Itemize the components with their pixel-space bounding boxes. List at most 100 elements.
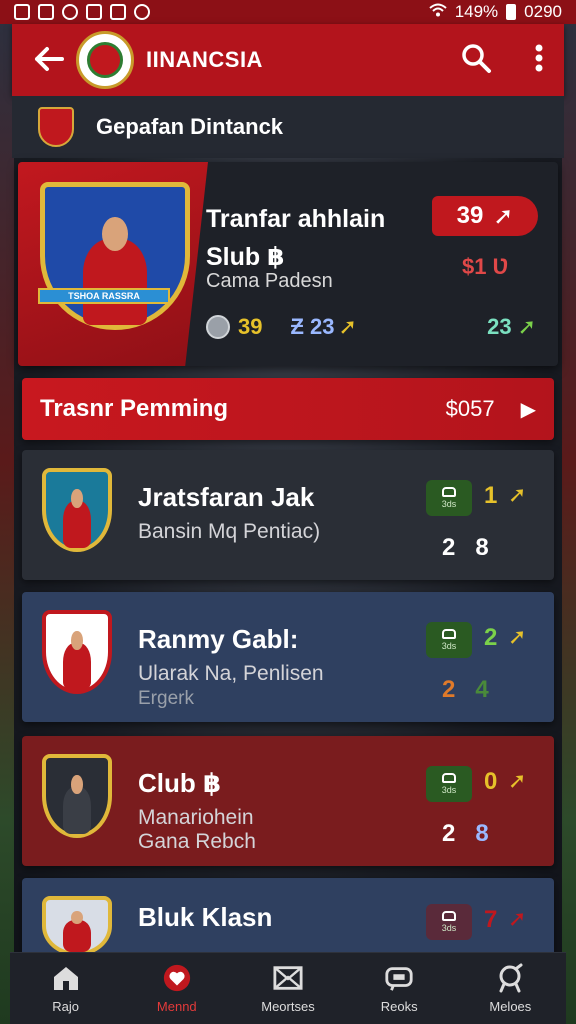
list-item[interactable]: Bluk Klasn 3ds 7 ➚ [22, 878, 554, 956]
list-item[interactable]: Ranmy Gabl: Ularak Na, Penlisen Ergerk 3… [22, 592, 554, 722]
notification-icon [110, 4, 126, 20]
trophy-icon [495, 963, 525, 993]
stat-value: 4 [475, 676, 489, 703]
arrow-right-icon: ➚ [517, 314, 536, 339]
wifi-icon [429, 2, 447, 22]
badge-icon [442, 487, 456, 497]
item-value: 0 [484, 768, 498, 795]
player-image [62, 630, 92, 690]
item-value: 2 [484, 624, 498, 651]
rating-badge: 3ds [426, 904, 472, 940]
app-title: IINANCSIA [146, 47, 263, 72]
nav-label: Reoks [380, 999, 418, 1014]
item-value: 7 [484, 906, 498, 933]
nav-item-menu[interactable]: Mennd [127, 963, 227, 1014]
notification-icon [134, 4, 150, 20]
notification-icons [14, 4, 150, 20]
club-crest [42, 468, 112, 552]
clock: 0290 [524, 2, 562, 21]
badge-icon [442, 773, 456, 783]
home-icon [51, 963, 81, 993]
player-crest [40, 182, 190, 330]
badge-text: 3ds [441, 641, 457, 651]
more-vert-icon[interactable] [534, 43, 544, 78]
item-title: Bluk Klasn [138, 902, 273, 932]
rating-badge: 3ds [426, 622, 472, 658]
item-stats: 2 8 [442, 534, 552, 562]
stat-value: 8 [475, 534, 489, 561]
nav-label: Mennd [156, 999, 197, 1014]
notification-icon [38, 4, 54, 20]
item-subtitle: Manariohein [138, 806, 254, 829]
nav-item-home[interactable]: Rajo [16, 963, 116, 1014]
featured-transfer-card[interactable]: TSHOA RASSRA Tranfar ahhlain Slub ฿ Cama… [18, 162, 558, 366]
nav-item-results[interactable]: Reoks [349, 963, 449, 1014]
badge-text: 3ds [441, 499, 457, 509]
notification-icon [14, 4, 30, 20]
player-image [62, 488, 92, 548]
item-note: Gana Rebch [138, 830, 256, 853]
nav-item-messages[interactable]: Meortses [238, 963, 338, 1014]
rating-badge: 3ds [426, 480, 472, 516]
hero-title-line1: Tranfar ahhlain [206, 205, 386, 233]
section-title: Gepafan Dintanck [96, 114, 284, 139]
rating-badge: 3ds [426, 766, 472, 802]
coin-icon [206, 315, 230, 339]
list-item[interactable]: Club ฿ Manariohein Gana Rebch 3ds 0 ➚ 2 … [22, 736, 554, 866]
club-crest [42, 610, 112, 694]
stat-value: 8 [475, 820, 489, 847]
hero-subtitle: Cama Padesn [206, 270, 333, 292]
transfer-pending-bar[interactable]: Trasnr Pemming $057 ▶ [22, 378, 554, 440]
back-arrow-icon[interactable] [32, 44, 66, 79]
nav-label: Meortses [261, 999, 315, 1014]
bottom-navigation: Rajo Mennd Meortses Reoks Meloes [10, 952, 566, 1024]
chat-icon [384, 963, 414, 993]
mail-icon [273, 963, 303, 993]
item-subtitle: Ularak Na, Penlisen [138, 662, 324, 685]
status-bar: 149% 0290 [0, 0, 576, 24]
stat-value: 23 [487, 314, 512, 339]
club-crest-icon [38, 107, 74, 147]
hero-title: Tranfar ahhlain Slub ฿ [206, 200, 385, 276]
crest-banner: TSHOA RASSRA [38, 288, 170, 304]
chevron-right-icon: ▶ [520, 398, 536, 421]
stat-value: 2 [442, 820, 456, 847]
badge-text: 3ds [441, 785, 457, 795]
battery-icon [506, 4, 517, 20]
notification-icon [86, 4, 102, 20]
price-value: 39 [456, 202, 484, 229]
item-value: 1 [484, 482, 498, 509]
item-title: Jratsfaran Jak [138, 482, 315, 512]
arrow-right-icon: ➚ [508, 624, 527, 649]
app-bar: IINANCSIA [12, 24, 564, 96]
club-crest [42, 896, 112, 956]
club-logo [76, 31, 134, 89]
price-pill[interactable]: 39 ➚ [432, 196, 538, 236]
nav-label: Meloes [489, 999, 532, 1014]
badge-text: 3ds [441, 923, 457, 933]
arrow-right-icon: ➚ [508, 768, 527, 793]
arrow-right-icon: ➚ [493, 202, 514, 230]
heart-icon [162, 963, 192, 993]
stadium-right-edge [562, 0, 576, 1024]
hero-stats: 39 Ƶ 23 ➚ 23 ➚ [206, 314, 536, 340]
stat-value: Ƶ 23 [290, 314, 335, 339]
transfer-label: Trasnr Pemming [40, 395, 229, 422]
stat-value: 2 [442, 676, 456, 703]
item-stats: 2 4 [442, 676, 552, 704]
notification-icon [62, 4, 78, 20]
item-note: Ergerk [138, 688, 194, 709]
list-item[interactable]: Jratsfaran Jak Bansin Mq Pentiac) 3ds 1 … [22, 450, 554, 580]
arrow-right-icon: ➚ [508, 906, 527, 931]
transfer-amount: $057 [445, 396, 495, 421]
club-crest [42, 754, 112, 838]
badge-icon [442, 911, 456, 921]
nav-label: Rajo [52, 999, 79, 1014]
item-subtitle: Bansin Mq Pentiac) [138, 520, 321, 543]
hero-secondary-value: $1 Ʋ [462, 254, 509, 279]
player-image [62, 911, 92, 952]
search-icon[interactable] [460, 42, 492, 79]
stat-value: 39 [238, 314, 263, 339]
nav-item-more[interactable]: Meloes [460, 963, 560, 1014]
arrow-right-icon: ➚ [338, 314, 357, 339]
